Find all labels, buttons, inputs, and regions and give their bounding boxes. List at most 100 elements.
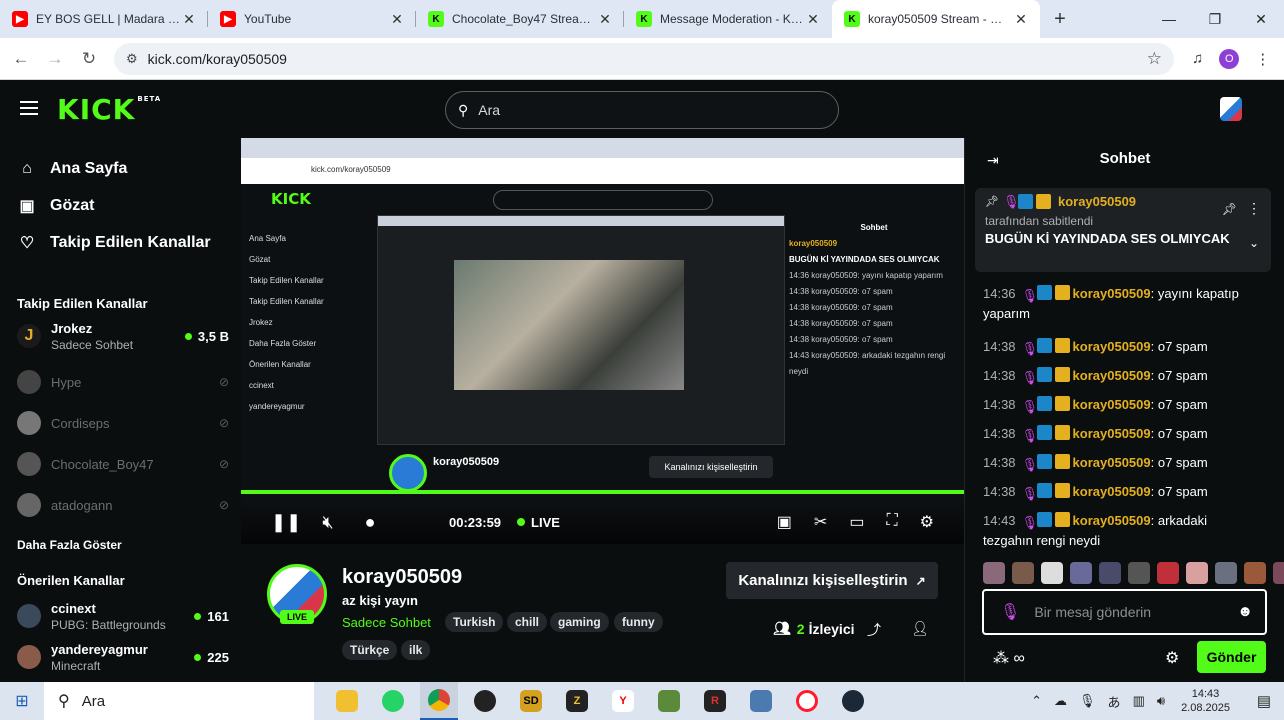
sidebar-item-home[interactable]: ⌂ Ana Sayfa <box>0 150 241 187</box>
emote[interactable] <box>1128 562 1150 584</box>
emote[interactable] <box>1041 562 1063 584</box>
onedrive-icon[interactable]: ☁ <box>1054 693 1067 709</box>
tag[interactable]: Türkçe <box>342 640 398 660</box>
close-icon[interactable]: ✕ <box>180 11 198 28</box>
progress-bar[interactable] <box>241 490 964 494</box>
network-icon[interactable] <box>742 682 780 720</box>
send-button[interactable]: Gönder <box>1197 641 1266 673</box>
network-tray-icon[interactable]: ▥ <box>1133 693 1145 709</box>
chat-message[interactable]: 14:38 🎙︎ koray050509: o7 spam <box>983 366 1273 386</box>
emote[interactable] <box>983 562 1005 584</box>
mute-icon[interactable]: 🔇︎ <box>313 512 343 533</box>
mic-tray-icon[interactable]: 🎙︎ <box>1079 693 1096 709</box>
message-user[interactable]: koray050509 <box>1073 339 1151 354</box>
message-user[interactable]: koray050509 <box>1073 397 1151 412</box>
close-icon[interactable]: ✕ <box>388 11 406 28</box>
chrome-icon[interactable] <box>420 682 458 720</box>
opera-icon[interactable] <box>788 682 826 720</box>
emoji-icon[interactable]: ☻ <box>1237 603 1253 620</box>
close-icon[interactable]: ✕ <box>596 11 614 28</box>
browser-menu-icon[interactable]: ⋮ <box>1255 50 1270 68</box>
notification-icon[interactable]: ▤ <box>1244 692 1284 710</box>
followed-channel[interactable]: Chocolate_Boy47 ⊘ <box>17 444 229 484</box>
recommended-channel[interactable]: yandereyagmur Minecraft 225 <box>17 637 229 677</box>
steam-icon[interactable] <box>834 682 872 720</box>
emote[interactable] <box>1099 562 1121 584</box>
followed-channel[interactable]: Cordiseps ⊘ <box>17 403 229 443</box>
tag[interactable]: funny <box>614 612 663 632</box>
emote[interactable] <box>1070 562 1092 584</box>
minecraft-icon[interactable] <box>650 682 688 720</box>
chat-message[interactable]: 14:38 🎙︎ koray050509: o7 spam <box>983 337 1273 357</box>
message-user[interactable]: koray050509 <box>1073 368 1151 383</box>
points-icon[interactable]: ⁂ ∞ <box>993 648 1025 668</box>
pinned-message[interactable]: 📌︎ 🎙︎ koray050509 tarafından sabitlendi … <box>975 188 1271 272</box>
emote[interactable] <box>1273 562 1284 584</box>
media-control-icon[interactable]: ♫ <box>1192 50 1203 67</box>
z-app-icon[interactable]: Z <box>558 682 596 720</box>
r-app-icon[interactable]: R <box>696 682 734 720</box>
menu-icon[interactable] <box>20 101 38 115</box>
emote[interactable] <box>1157 562 1179 584</box>
restore-icon[interactable]: ❐ <box>1192 0 1238 38</box>
back-icon[interactable]: ← <box>4 49 38 69</box>
profile-avatar[interactable]: O <box>1219 48 1240 69</box>
followed-channel[interactable]: Hype ⊘ <box>17 362 229 402</box>
chatgpt-icon[interactable] <box>466 682 504 720</box>
more-options-icon[interactable]: ⋮ <box>1247 200 1261 217</box>
browser-tab[interactable]: ▶ YouTube ✕ <box>208 0 416 38</box>
close-icon[interactable]: ✕ <box>1012 11 1030 28</box>
chat-message[interactable]: 14:38 🎙︎ koray050509: o7 spam <box>983 395 1273 415</box>
close-icon[interactable]: ✕ <box>804 11 822 28</box>
kick-logo[interactable]: KICK BETA <box>57 93 161 126</box>
miniplayer-icon[interactable]: ▭ <box>849 512 864 532</box>
reload-icon[interactable]: ↻ <box>72 49 106 69</box>
tag[interactable]: Turkish <box>445 612 504 632</box>
pause-icon[interactable]: ❚❚ <box>271 512 301 533</box>
message-user[interactable]: koray050509 <box>1073 484 1151 499</box>
whatsapp-icon[interactable] <box>374 682 412 720</box>
sidebar-item-browse[interactable]: ▣ Gözat <box>0 187 241 224</box>
yandex-icon[interactable]: Y <box>604 682 642 720</box>
chat-message[interactable]: 14:43 🎙︎ koray050509: arkadaki tezgahın ren… <box>983 511 1273 551</box>
chat-message[interactable]: 14:38 🎙︎ koray050509: o7 spam <box>983 424 1273 444</box>
volume-icon[interactable]: 🔊︎ <box>1157 693 1165 709</box>
show-more-link[interactable]: Daha Fazla Göster <box>17 538 122 552</box>
emote[interactable] <box>1186 562 1208 584</box>
chat-message[interactable]: 14:38 🎙︎ koray050509: o7 spam <box>983 453 1273 473</box>
message-user[interactable]: koray050509 <box>1073 426 1151 441</box>
emote[interactable] <box>1244 562 1266 584</box>
site-info-icon[interactable]: ⚙ <box>126 51 138 67</box>
emote[interactable] <box>1012 562 1034 584</box>
close-window-icon[interactable]: ✕ <box>1238 0 1284 38</box>
chevron-up-icon[interactable]: ⌃ <box>1031 693 1042 709</box>
chat-message[interactable]: 14:36 🎙︎ koray050509: yayını kapatıp yaparı… <box>983 284 1273 324</box>
emote[interactable] <box>1215 562 1237 584</box>
recommended-channel[interactable]: ccinext PUBG: Battlegrounds 161 <box>17 596 229 636</box>
share-icon[interactable]: ⤴ <box>867 620 881 640</box>
taskbar-search[interactable]: ⚲ Ara <box>44 682 314 720</box>
customize-channel-button[interactable]: Kanalınızı kişiselleştirin ↗ <box>726 562 938 599</box>
pinned-user[interactable]: koray050509 <box>1058 194 1136 209</box>
address-bar[interactable]: ⚙ kick.com/koray050509 ☆ <box>114 42 1174 75</box>
file-explorer-icon[interactable] <box>328 682 366 720</box>
browser-tab-active[interactable]: K koray050509 Stream - Watc ✕ <box>832 0 1040 38</box>
new-tab-button[interactable]: + <box>1040 0 1080 38</box>
stream-category[interactable]: Sadece Sohbet <box>342 615 431 630</box>
tag[interactable]: chill <box>507 612 548 632</box>
language-icon[interactable]: あ <box>1108 692 1121 711</box>
tag[interactable]: gaming <box>550 612 609 632</box>
fullscreen-icon[interactable]: ⛶ <box>886 512 897 532</box>
search-input[interactable]: ⚲ Ara <box>445 91 839 129</box>
tag[interactable]: ilk <box>401 640 431 660</box>
message-user[interactable]: koray050509 <box>1073 513 1151 528</box>
theater-mode-icon[interactable]: ▣ <box>777 512 792 532</box>
browser-tab[interactable]: ▶ EY BOS GELL | Madara Oldul ✕ <box>0 0 208 38</box>
message-user[interactable]: koray050509 <box>1073 455 1151 470</box>
sidebar-item-following[interactable]: ♡ Takip Edilen Kanallar <box>0 224 241 261</box>
chat-message[interactable]: 14:38 🎙︎ koray050509: o7 spam <box>983 482 1273 502</box>
volume-slider-knob[interactable]: ● <box>355 512 385 533</box>
followed-channel[interactable]: atadogann ⊘ <box>17 485 229 525</box>
browser-tab[interactable]: K Chocolate_Boy47 Stream - W ✕ <box>416 0 624 38</box>
chevron-down-icon[interactable]: ⌄ <box>1249 236 1259 250</box>
